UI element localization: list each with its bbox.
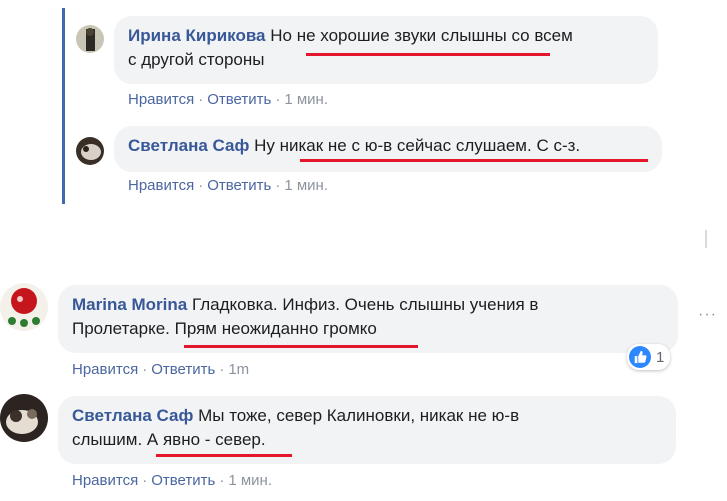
like-button[interactable]: Нравится	[72, 361, 138, 378]
highlight-underline	[156, 454, 292, 457]
comment-text: с другой стороны	[128, 50, 265, 69]
comment-actions: Нравится · Ответить · 1m	[72, 361, 250, 378]
comment-author[interactable]: Светлана Саф	[72, 406, 193, 425]
comment-time[interactable]: 1 мин.	[228, 472, 272, 489]
like-button[interactable]: Нравится	[128, 177, 194, 194]
highlight-underline	[184, 345, 418, 348]
reply-button[interactable]: Ответить	[151, 472, 215, 489]
like-button[interactable]: Нравится	[128, 91, 194, 108]
reaction-count: 1	[656, 348, 665, 366]
avatar-image	[76, 25, 104, 53]
reply-button[interactable]: Ответить	[151, 361, 215, 378]
comment-time[interactable]: 1 мин.	[284, 177, 328, 194]
avatar[interactable]	[76, 137, 104, 165]
comment-text: Гладковка. Инфиз. Очень слышны учения в	[191, 295, 539, 314]
avatar-image	[0, 394, 48, 442]
scroll-marker	[705, 230, 707, 248]
avatar[interactable]	[0, 283, 48, 331]
thread-line	[62, 8, 65, 204]
comment-bubble: Marina Morina Гладковка. Инфиз. Очень сл…	[58, 285, 678, 353]
more-options-icon[interactable]: ···	[698, 306, 717, 324]
comment-bubble: Светлана Саф Ну никак не с ю-в сейчас сл…	[114, 126, 662, 172]
highlight-underline	[306, 53, 550, 56]
comment-author[interactable]: Marina Morina	[72, 295, 187, 314]
reaction-badge[interactable]: 1	[627, 344, 671, 370]
like-icon	[629, 346, 651, 368]
highlight-underline	[300, 159, 648, 162]
comment-actions: Нравится · Ответить · 1 мин.	[128, 177, 328, 194]
comment-text: Пролетарке. Прям неожиданно громко	[72, 319, 377, 338]
comment-actions: Нравится · Ответить · 1 мин.	[128, 91, 328, 108]
comment-text: Ну никак не с ю-в сейчас слушаем. С с-з.	[254, 136, 581, 155]
avatar-image	[0, 283, 48, 331]
avatar[interactable]	[0, 394, 48, 442]
comment-actions: Нравится · Ответить · 1 мин.	[72, 472, 272, 489]
comment-text: Мы тоже, север Калиновки, никак не ю-в	[198, 406, 520, 425]
like-button[interactable]: Нравится	[72, 472, 138, 489]
comment-time[interactable]: 1m	[228, 361, 249, 378]
reply-button[interactable]: Ответить	[207, 91, 271, 108]
comment-author[interactable]: Светлана Саф	[128, 136, 249, 155]
comment-bubble: Ирина Кирикова Но не хорошие звуки слышн…	[114, 16, 658, 84]
comment-author[interactable]: Ирина Кирикова	[128, 26, 266, 45]
reply-button[interactable]: Ответить	[207, 177, 271, 194]
comment-bubble: Светлана Саф Мы тоже, север Калиновки, н…	[58, 396, 676, 464]
comment-text: слышим. А явно - север.	[72, 430, 266, 449]
avatar-image	[76, 137, 104, 165]
avatar[interactable]	[76, 25, 104, 53]
comment-time[interactable]: 1 мин.	[284, 91, 328, 108]
comment-text: Но не хорошие звуки слышны со всем	[270, 26, 573, 45]
